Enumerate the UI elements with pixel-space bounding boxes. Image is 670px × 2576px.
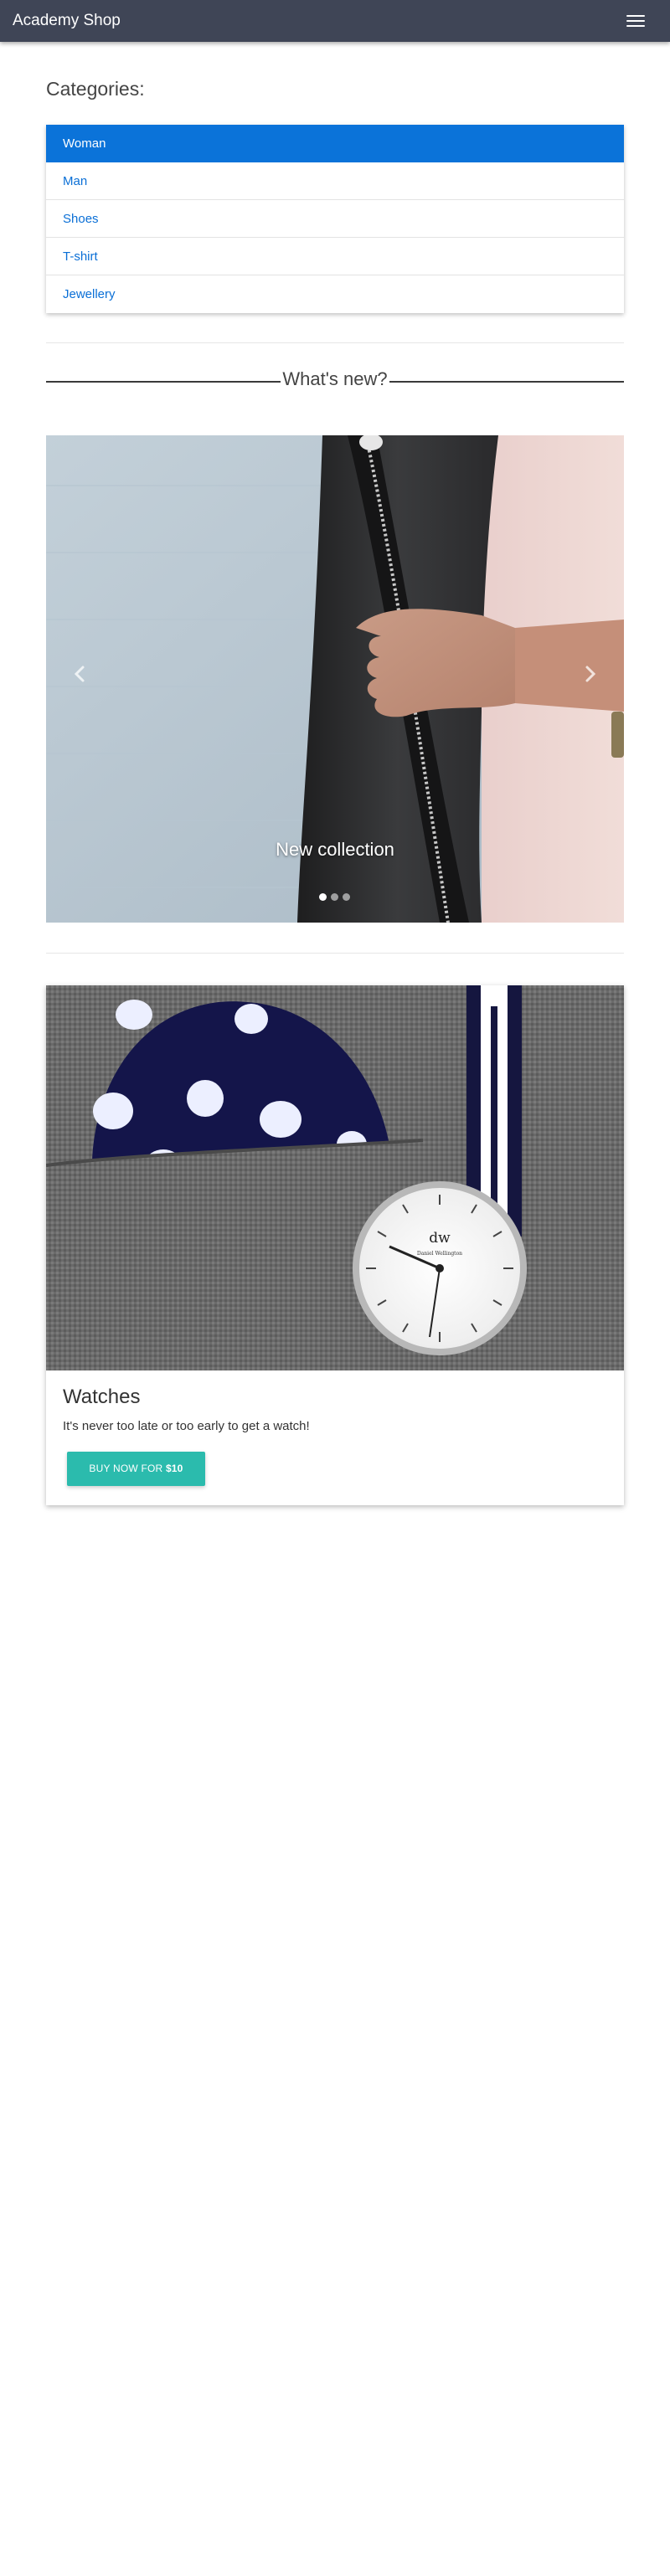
buy-button-price: $10 [165,1463,183,1474]
chevron-left-icon[interactable] [67,661,92,686]
category-item-woman[interactable]: Woman [46,125,624,162]
product-description: It's never too late or too early to get … [63,1419,310,1433]
chevron-right-icon[interactable] [578,661,603,686]
brand-title[interactable]: Academy Shop [13,13,121,29]
product-card: dw Daniel Wellington Watches It's never … [46,985,624,1505]
buy-button-label: Buy now for [89,1463,166,1474]
whats-new-title: What's new? [282,368,388,389]
carousel: New collection [46,435,624,923]
watch-logo: dw [429,1230,451,1247]
section-divider [46,953,624,954]
product-image: dw Daniel Wellington [46,985,624,1370]
carousel-indicator-1[interactable] [319,893,327,901]
carousel-caption: New collection [276,839,394,860]
category-item-jewellery[interactable]: Jewellery [46,275,624,313]
buy-now-button[interactable]: Buy now for $10 [67,1452,205,1486]
category-item-man[interactable]: Man [46,162,624,200]
product-title: Watches [63,1386,141,1408]
category-item-shoes[interactable]: Shoes [46,200,624,238]
carousel-indicator-2[interactable] [331,893,338,901]
categories-title: Categories: [46,78,145,100]
navbar: Academy Shop [0,0,670,42]
hamburger-menu-icon[interactable] [625,9,648,31]
section-divider [46,342,624,343]
watch-brand: Daniel Wellington [417,1251,462,1257]
heading-rule-right [389,381,624,383]
categories-list: Woman Man Shoes T-shirt Jewellery [46,125,624,313]
carousel-indicator-3[interactable] [343,893,350,901]
category-item-tshirt[interactable]: T-shirt [46,238,624,275]
